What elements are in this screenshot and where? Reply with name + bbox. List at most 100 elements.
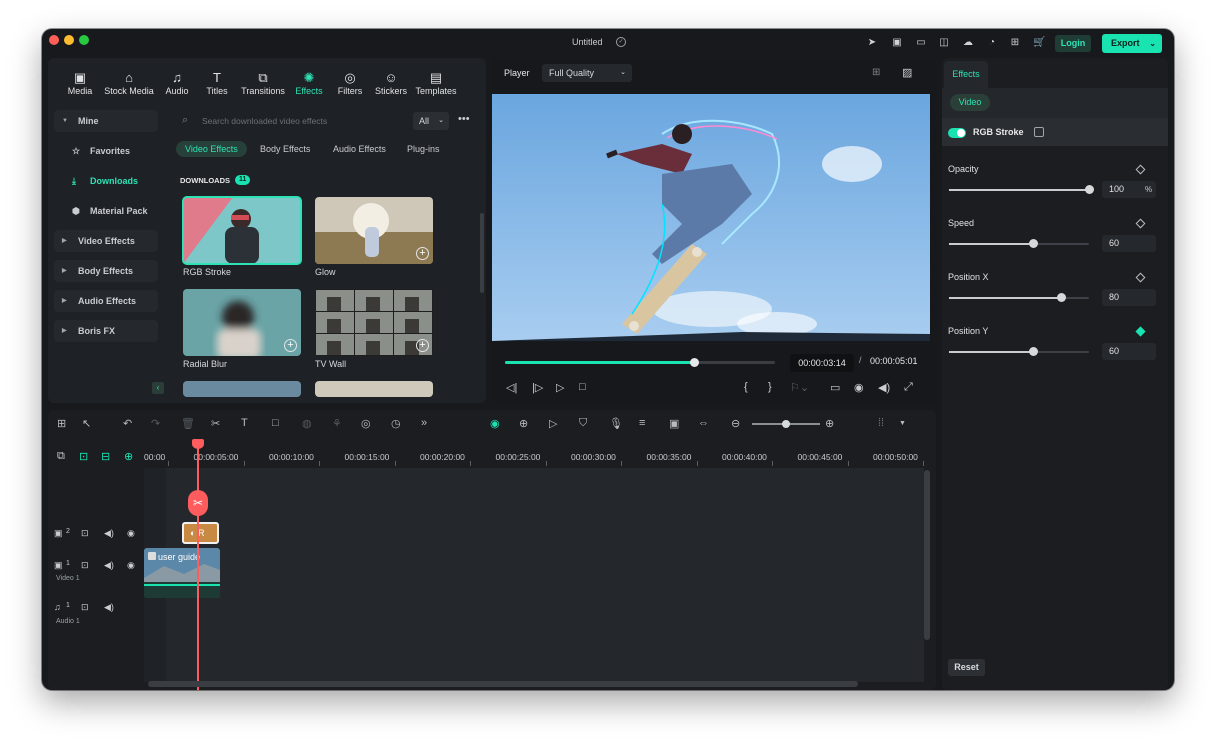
- mark-out-icon[interactable]: }: [768, 381, 772, 393]
- timeline-horizontal-scrollbar[interactable]: [148, 681, 858, 687]
- tab-effects-properties[interactable]: Effects: [944, 61, 988, 88]
- effect-thumb-partial[interactable]: [183, 381, 301, 397]
- timeline-vertical-scrollbar[interactable]: [924, 470, 930, 640]
- play-icon[interactable]: ▷: [556, 381, 564, 394]
- chevron-down-icon[interactable]: ▼: [899, 420, 906, 427]
- tab-transitions[interactable]: ⧉ Transitions: [240, 70, 286, 96]
- calendar-icon[interactable]: ▣: [891, 37, 903, 49]
- text-tool-icon[interactable]: T: [241, 417, 248, 429]
- layout-icon[interactable]: ▭: [915, 37, 927, 49]
- maximize-window-button[interactable]: [79, 35, 89, 45]
- color-icon[interactable]: ⚘: [332, 417, 342, 430]
- tab-stock-media[interactable]: ⌂ Stock Media: [102, 70, 156, 96]
- slider-handle[interactable]: [1029, 239, 1038, 248]
- category-body-effects[interactable]: Body Effects: [251, 141, 319, 157]
- select-tool-icon[interactable]: ↖: [82, 417, 91, 430]
- category-video-effects[interactable]: Video Effects: [176, 141, 247, 157]
- split-scissors-button[interactable]: ✂: [188, 490, 208, 516]
- auto-beat-icon[interactable]: ⊕: [519, 417, 528, 430]
- keyframe-diamond-icon[interactable]: [1135, 218, 1146, 229]
- next-frame-icon[interactable]: |▷: [532, 381, 543, 394]
- ai-assistant-icon[interactable]: ◉: [490, 417, 500, 430]
- tab-audio[interactable]: ♫ Audio: [162, 70, 192, 96]
- layout-grid-icon[interactable]: ⊞: [57, 417, 66, 430]
- speaker-icon[interactable]: ◀): [104, 602, 114, 613]
- stop-icon[interactable]: □: [579, 381, 586, 393]
- mark-in-icon[interactable]: {: [744, 381, 748, 393]
- more-options-icon[interactable]: •••: [458, 113, 470, 125]
- cart-icon[interactable]: 🛒: [1033, 37, 1045, 49]
- more-tools-icon[interactable]: »: [421, 417, 427, 429]
- zoom-in-icon[interactable]: ⊕: [825, 417, 834, 430]
- sidebar-item-boris-fx[interactable]: ▶ Boris FX: [54, 320, 158, 342]
- video-pill-button[interactable]: Video: [950, 94, 990, 111]
- folder-icon[interactable]: ⊡: [81, 528, 89, 539]
- playhead-handle[interactable]: [192, 439, 204, 449]
- effect-thumb-tv-wall[interactable]: +: [315, 289, 433, 356]
- timer-icon[interactable]: ◷: [391, 417, 401, 430]
- keyframe-diamond-icon[interactable]: [1135, 164, 1146, 175]
- magnet-icon[interactable]: ⊟: [101, 450, 110, 463]
- folder-icon[interactable]: ⊡: [81, 560, 89, 571]
- send-icon[interactable]: ➤: [866, 37, 878, 49]
- redo-icon[interactable]: ↷: [151, 417, 160, 430]
- add-icon[interactable]: +: [284, 339, 297, 352]
- collapse-sidebar-button[interactable]: ‹: [152, 382, 164, 394]
- position-y-slider[interactable]: [949, 347, 1089, 356]
- sidebar-item-mine[interactable]: ▼ Mine: [54, 110, 158, 132]
- effect-thumb-rgb-stroke[interactable]: [182, 196, 302, 265]
- snap-icon[interactable]: ⊕: [124, 450, 133, 463]
- effect-clip[interactable]: ◐ R: [182, 522, 219, 544]
- effect-thumb-partial[interactable]: [315, 381, 433, 397]
- zoom-slider[interactable]: [752, 420, 820, 428]
- camera-icon[interactable]: ◉: [854, 381, 864, 394]
- zoom-handle[interactable]: [782, 420, 790, 428]
- slider-handle[interactable]: [1085, 185, 1094, 194]
- media-settings-icon[interactable]: ▣: [669, 417, 679, 430]
- reset-button[interactable]: Reset: [948, 659, 985, 676]
- support-headset-icon[interactable]: ◔: [986, 37, 998, 49]
- sidebar-item-body-effects[interactable]: ▶ Body Effects: [54, 260, 158, 282]
- sidebar-item-favorites[interactable]: ☆ Favorites: [54, 140, 158, 162]
- add-track-icon[interactable]: ⧉: [57, 450, 65, 463]
- position-y-input[interactable]: 60: [1102, 343, 1156, 360]
- track-area[interactable]: [144, 468, 924, 682]
- minimize-window-button[interactable]: [64, 35, 74, 45]
- cut-scissors-icon[interactable]: ✂: [211, 417, 220, 430]
- effect-thumb-radial-blur[interactable]: +: [183, 289, 301, 356]
- tab-titles[interactable]: T Titles: [203, 70, 231, 96]
- effect-enable-toggle[interactable]: [948, 128, 966, 138]
- marker-icon[interactable]: ⚐⌄: [790, 381, 809, 394]
- tab-templates[interactable]: ▤ Templates: [414, 70, 458, 96]
- shield-icon[interactable]: ⛉: [579, 417, 587, 430]
- folder-icon[interactable]: ⊡: [81, 602, 89, 613]
- opacity-slider[interactable]: [949, 185, 1094, 194]
- effect-thumb-glow[interactable]: +: [315, 197, 433, 264]
- chevron-down-icon[interactable]: ⌄: [1149, 34, 1156, 53]
- delete-icon[interactable]: 🗑: [181, 417, 195, 430]
- grid-view-icon[interactable]: ⊞: [872, 67, 880, 78]
- slider-handle[interactable]: [1029, 347, 1038, 356]
- apps-grid-icon[interactable]: ⊞: [1009, 37, 1021, 49]
- video-preview[interactable]: [492, 94, 930, 341]
- speaker-icon[interactable]: ◀): [104, 528, 114, 539]
- effect-settings-icon[interactable]: [1034, 127, 1044, 137]
- add-icon[interactable]: +: [416, 339, 429, 352]
- quality-dropdown[interactable]: Full Quality ⌄: [542, 64, 632, 82]
- sidebar-item-downloads[interactable]: ⤓ Downloads: [54, 170, 158, 192]
- close-window-button[interactable]: [49, 35, 59, 45]
- keyframe-diamond-icon[interactable]: [1135, 272, 1146, 283]
- eye-icon[interactable]: ◉: [127, 560, 135, 571]
- display-icon[interactable]: ▭: [830, 381, 840, 394]
- snapshot-image-icon[interactable]: ▨: [902, 66, 912, 79]
- microphone-icon[interactable]: 🎙: [609, 417, 623, 430]
- position-x-slider[interactable]: [949, 293, 1089, 302]
- playhead[interactable]: [197, 440, 199, 690]
- track-settings-icon[interactable]: ⁞⁞: [878, 417, 884, 429]
- speed-icon[interactable]: ◍: [302, 417, 312, 430]
- position-x-input[interactable]: 80: [1102, 289, 1156, 306]
- undo-icon[interactable]: ↶: [123, 417, 132, 430]
- timeline-ruler[interactable]: 00:00 00:00:05:00 00:00:10:00 00:00:15:00 00…: [144, 448, 930, 466]
- save-icon[interactable]: ◫: [938, 37, 950, 49]
- speed-input[interactable]: 60: [1102, 235, 1156, 252]
